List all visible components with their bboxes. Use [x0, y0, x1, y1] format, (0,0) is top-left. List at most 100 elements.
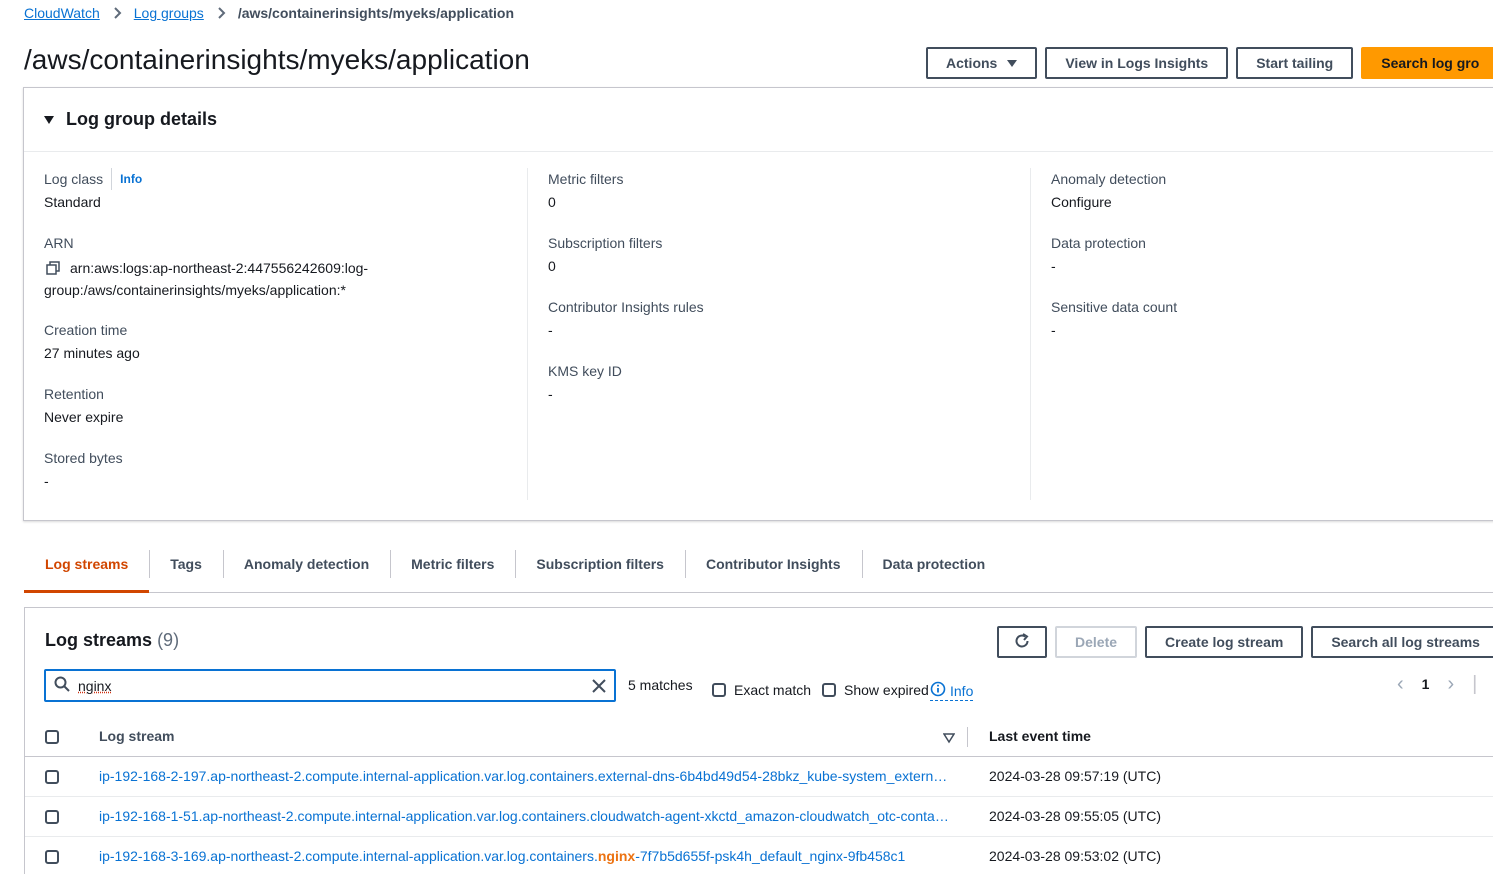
tab-data-protection[interactable]: Data protection	[861, 545, 1007, 592]
creation-time-label: Creation time	[44, 322, 128, 338]
anomaly-detection-field: Anomaly detection Configure	[1051, 168, 1493, 214]
column-log-stream[interactable]: Log stream	[99, 728, 174, 744]
contributor-rules-field: Contributor Insights rules -	[548, 296, 1030, 342]
exact-match-label: Exact match	[734, 682, 812, 698]
caret-down-icon	[1007, 59, 1018, 67]
sort-down-icon[interactable]	[942, 731, 956, 744]
log-streams-panel: Log streams (9) Delete Create log stream…	[24, 607, 1493, 874]
table-body: ip-192-168-2-197.ap-northeast-2.compute.…	[25, 757, 1493, 874]
subscription-filters-label: Subscription filters	[548, 235, 663, 251]
refresh-button[interactable]	[997, 626, 1047, 658]
stream-filter-input[interactable]	[78, 677, 558, 694]
row-checkbox[interactable]	[45, 770, 59, 784]
stream-filter-box	[44, 669, 616, 702]
contributor-rules-value: -	[548, 322, 553, 338]
arn-line-1: arn:aws:logs:ap-northeast-2:447556242609…	[70, 260, 369, 276]
create-log-stream-button[interactable]: Create log stream	[1145, 626, 1304, 658]
arn-value: arn:aws:logs:ap-northeast-2:447556242609…	[44, 254, 527, 301]
refresh-icon	[1013, 632, 1031, 653]
details-title: Log group details	[66, 109, 217, 129]
info-icon	[930, 681, 946, 700]
tab-metric-filters[interactable]: Metric filters	[390, 545, 515, 592]
chevron-right-icon	[214, 6, 228, 20]
show-expired-info-link[interactable]: Info	[930, 681, 974, 701]
metric-filters-value: 0	[548, 194, 556, 210]
log-streams-table: Log stream Last event time ip-192-168-2-…	[25, 717, 1493, 874]
exact-match-checkbox[interactable]	[712, 683, 726, 697]
details-body: Log class Info Standard ARN arn:aws:logs:…	[24, 168, 1493, 508]
log-stream-link[interactable]: ip-192-168-3-169.ap-northeast-2.compute.…	[99, 848, 949, 864]
tab-bar: Log streams Tags Anomaly detection Metri…	[24, 545, 1493, 593]
clear-icon[interactable]	[590, 677, 608, 695]
last-event-time: 2024-03-28 09:57:19 (UTC)	[989, 768, 1161, 784]
tab-tags[interactable]: Tags	[149, 545, 223, 592]
kms-key-label: KMS key ID	[548, 363, 622, 379]
sensitive-count-label: Sensitive data count	[1051, 299, 1178, 315]
sensitive-count-value: -	[1051, 322, 1056, 338]
configure-link[interactable]: Configure	[1051, 190, 1493, 214]
retention-label: Retention	[44, 386, 104, 402]
divider: |	[1472, 673, 1478, 695]
tab-log-streams[interactable]: Log streams	[24, 545, 150, 593]
stored-bytes-value: -	[44, 473, 49, 489]
data-protection-field: Data protection -	[1051, 232, 1493, 278]
log-streams-count: (9)	[157, 630, 180, 650]
details-header[interactable]: Log group details	[24, 88, 1493, 152]
log-stream-link[interactable]: ip-192-168-1-51.ap-northeast-2.compute.i…	[99, 808, 949, 824]
log-stream-link[interactable]: ip-192-168-2-197.ap-northeast-2.compute.…	[99, 768, 949, 784]
arn-line-2: group:/aws/containerinsights/myeks/appli…	[44, 282, 346, 298]
exact-match-option[interactable]: Exact match	[712, 682, 811, 698]
column-divider	[967, 727, 968, 747]
sensitive-count-field: Sensitive data count -	[1051, 296, 1493, 342]
breadcrumb-cloudwatch[interactable]: CloudWatch	[24, 5, 100, 21]
details-column-1: Log class Info Standard ARN arn:aws:logs:…	[24, 168, 527, 500]
pagination: ‹ 1 › |	[1397, 674, 1477, 694]
tab-contributor-insights[interactable]: Contributor Insights	[684, 545, 862, 592]
row-checkbox[interactable]	[45, 810, 59, 824]
subscription-filters-value: 0	[548, 258, 556, 274]
table-row[interactable]: ip-192-168-2-197.ap-northeast-2.compute.…	[25, 757, 1493, 797]
start-tailing-button[interactable]: Start tailing	[1236, 47, 1354, 79]
copy-icon[interactable]	[46, 259, 62, 275]
last-event-time: 2024-03-28 09:53:02 (UTC)	[989, 848, 1161, 864]
tab-subscription-filters[interactable]: Subscription filters	[515, 545, 685, 592]
log-group-details-panel: Log group details Log class Info Standard…	[23, 87, 1493, 521]
log-streams-title: Log streams (9)	[45, 630, 179, 651]
tab-anomaly-detection[interactable]: Anomaly detection	[222, 545, 390, 592]
retention-value: Never expire	[44, 409, 124, 425]
show-expired-label: Show expired	[844, 682, 929, 698]
last-event-time: 2024-03-28 09:55:05 (UTC)	[989, 808, 1161, 824]
show-expired-checkbox[interactable]	[822, 683, 836, 697]
arn-field: ARN arn:aws:logs:ap-northeast-2:44755624…	[44, 232, 527, 301]
view-in-logs-insights-button[interactable]: View in Logs Insights	[1045, 47, 1229, 79]
chevron-left-icon[interactable]: ‹	[1397, 674, 1404, 694]
info-label: Info	[950, 682, 974, 699]
table-header: Log stream Last event time	[25, 717, 1493, 757]
page-title: /aws/containerinsights/myeks/application	[24, 44, 530, 75]
info-link[interactable]: Info	[111, 168, 142, 190]
breadcrumb-log-groups[interactable]: Log groups	[134, 5, 204, 21]
chevron-right-icon[interactable]: ›	[1447, 674, 1454, 694]
log-class-field: Log class Info Standard	[44, 168, 527, 214]
search-log-group-button[interactable]: Search log gro	[1361, 47, 1493, 79]
column-last-event-time[interactable]: Last event time	[989, 728, 1091, 744]
select-all-checkbox[interactable]	[45, 730, 59, 744]
breadcrumb-current: /aws/containerinsights/myeks/application	[237, 5, 515, 21]
log-class-value: Standard	[44, 194, 101, 210]
data-protection-label: Data protection	[1051, 235, 1146, 251]
table-row[interactable]: ip-192-168-3-169.ap-northeast-2.compute.…	[25, 837, 1493, 874]
show-expired-option[interactable]: Show expired	[822, 682, 929, 698]
streams-actions: Delete Create log stream Search all log …	[997, 626, 1493, 658]
page-number[interactable]: 1	[1422, 676, 1430, 692]
row-checkbox[interactable]	[45, 850, 59, 864]
metric-filters-label: Metric filters	[548, 171, 624, 187]
chevron-right-icon	[110, 6, 124, 20]
table-row[interactable]: ip-192-168-1-51.ap-northeast-2.compute.i…	[25, 797, 1493, 837]
actions-button[interactable]: Actions	[926, 47, 1038, 79]
search-all-log-streams-button[interactable]: Search all log streams	[1311, 626, 1493, 658]
stored-bytes-label: Stored bytes	[44, 450, 123, 466]
caret-down-icon[interactable]	[44, 115, 54, 124]
delete-button[interactable]: Delete	[1055, 626, 1138, 658]
creation-time-value: 27 minutes ago	[44, 345, 140, 361]
anomaly-detection-label: Anomaly detection	[1051, 171, 1167, 187]
